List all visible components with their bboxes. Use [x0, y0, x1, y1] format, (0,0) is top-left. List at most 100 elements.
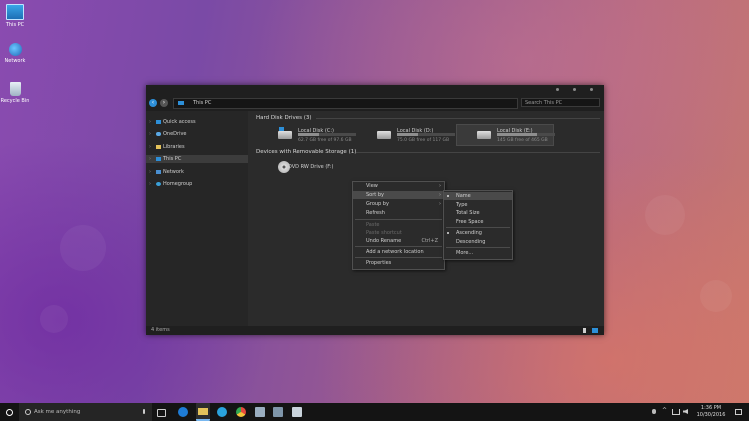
- edge-browser-icon[interactable]: [178, 407, 188, 417]
- close-button[interactable]: [590, 88, 593, 91]
- menu-item-label: Refresh: [366, 210, 385, 216]
- clock[interactable]: 1:36 PM 10/30/2016: [694, 405, 728, 419]
- start-button[interactable]: [0, 403, 18, 421]
- menu-item-add-network-location[interactable]: Add a network location: [353, 248, 444, 256]
- menu-item-label: Descending: [456, 239, 486, 245]
- menu-shortcut: Ctrl+Z: [421, 238, 438, 244]
- desktop-icon-this-pc[interactable]: This PC: [0, 4, 30, 28]
- address-bar[interactable]: This PC: [173, 98, 518, 109]
- chevron-right-icon[interactable]: ›: [149, 155, 151, 163]
- sidebar-item-libraries[interactable]: › Libraries: [146, 143, 248, 151]
- task-view-icon[interactable]: [157, 409, 166, 417]
- group-header-hard-disks[interactable]: Hard Disk Drives (3): [256, 115, 312, 121]
- drive-c[interactable]: Local Disk (C:) 62.7 GB free of 97.6 GB: [258, 125, 356, 145]
- sort-option-type[interactable]: Type: [444, 201, 512, 209]
- sidebar-item-label: This PC: [163, 156, 182, 162]
- menu-separator: [355, 219, 442, 220]
- desktop-icon-recycle-bin[interactable]: Recycle Bin: [0, 82, 30, 104]
- sort-option-total-size[interactable]: Total Size: [444, 209, 512, 217]
- menu-item-label: View: [366, 183, 378, 189]
- drive-usage-fill: [497, 133, 537, 136]
- app-icon[interactable]: [255, 407, 265, 417]
- clock-date: 10/30/2016: [696, 412, 726, 418]
- drive-d[interactable]: Local Disk (D:) 75.0 GB free of 117 GB: [357, 125, 455, 145]
- menu-item-label: Free Space: [456, 219, 484, 225]
- drive-dvd[interactable]: DVD RW Drive (F:): [258, 159, 354, 179]
- cortana-search-box[interactable]: Ask me anything: [19, 403, 152, 421]
- sidebar-item-label: Homegroup: [163, 181, 193, 187]
- group-header-removable[interactable]: Devices with Removable Storage (1): [256, 149, 356, 155]
- chevron-right-icon[interactable]: ›: [149, 118, 151, 126]
- chevron-up-icon[interactable]: ^: [662, 407, 667, 414]
- large-icons-view-button[interactable]: [592, 328, 598, 333]
- title-bar[interactable]: [146, 85, 604, 95]
- minimize-button[interactable]: [556, 88, 559, 91]
- radio-selected-icon: [447, 232, 449, 234]
- desktop-icon-network[interactable]: Network: [0, 43, 30, 64]
- maximize-button[interactable]: [573, 88, 576, 91]
- chevron-right-icon[interactable]: ›: [149, 130, 151, 138]
- sort-option-descending[interactable]: Descending: [444, 238, 512, 246]
- menu-item-paste[interactable]: Paste: [353, 221, 444, 229]
- forward-button[interactable]: ›: [160, 99, 168, 107]
- volume-icon[interactable]: [683, 409, 688, 414]
- address-path: This PC: [193, 100, 212, 106]
- menu-item-undo-rename[interactable]: Undo Rename Ctrl+Z: [353, 237, 444, 245]
- drive-name: DVD RW Drive (F:): [288, 164, 334, 170]
- menu-item-refresh[interactable]: Refresh: [353, 209, 444, 217]
- menu-item-label: Group by: [366, 201, 389, 207]
- search-icon: [25, 409, 31, 415]
- sidebar-item-this-pc[interactable]: › This PC: [146, 155, 248, 163]
- sidebar-item-onedrive[interactable]: › OneDrive: [146, 130, 248, 138]
- back-button[interactable]: ‹: [149, 99, 157, 107]
- menu-item-view[interactable]: View ›: [353, 182, 444, 190]
- menu-separator: [355, 246, 442, 247]
- status-bar: 4 items: [146, 326, 604, 335]
- menu-item-label: Paste shortcut: [366, 230, 402, 236]
- drive-usage-bar: [298, 133, 356, 136]
- menu-item-sort-by[interactable]: Sort by ›: [353, 191, 444, 199]
- chevron-right-icon[interactable]: ›: [149, 168, 151, 176]
- sidebar-item-label: OneDrive: [163, 131, 187, 137]
- chevron-right-icon[interactable]: ›: [149, 180, 151, 188]
- desktop-icon-label: Recycle Bin: [0, 98, 30, 104]
- people-icon[interactable]: [652, 409, 656, 414]
- wallpaper-bokeh: [700, 280, 732, 312]
- menu-item-label: Ascending: [456, 230, 482, 236]
- menu-item-label: Total Size: [456, 210, 480, 216]
- menu-item-group-by[interactable]: Group by ›: [353, 200, 444, 208]
- sort-option-more[interactable]: More...: [444, 249, 512, 257]
- sort-option-free-space[interactable]: Free Space: [444, 218, 512, 226]
- desktop-icon-label: Network: [4, 58, 26, 64]
- drive-usage-fill: [397, 133, 418, 136]
- sort-option-name[interactable]: Name: [444, 192, 512, 200]
- search-input[interactable]: Search This PC: [521, 98, 600, 107]
- taskbar: Ask me anything ^ 1:36 PM 10/30/2016: [0, 403, 749, 421]
- cloud-icon: [156, 132, 161, 136]
- network-status-icon[interactable]: [672, 409, 680, 415]
- app-icon[interactable]: [292, 407, 302, 417]
- menu-item-properties[interactable]: Properties: [353, 259, 444, 267]
- telegram-icon[interactable]: [217, 407, 227, 417]
- network-icon: [156, 170, 161, 174]
- drive-e[interactable]: Local Disk (E:) 145 GB free of 465 GB: [456, 124, 555, 146]
- sidebar-item-quick-access[interactable]: › Quick access: [146, 118, 248, 126]
- sidebar-item-network[interactable]: › Network: [146, 168, 248, 176]
- sidebar-item-label: Libraries: [163, 144, 185, 150]
- action-center-icon[interactable]: [735, 409, 742, 415]
- sidebar-item-homegroup[interactable]: › Homegroup: [146, 180, 248, 188]
- desktop-icon-label: This PC: [5, 22, 25, 28]
- item-count: 4 items: [151, 327, 170, 333]
- drive-usage-bar: [497, 133, 555, 136]
- drive-free-space: 75.0 GB free of 117 GB: [397, 138, 450, 143]
- file-explorer-icon[interactable]: [196, 403, 210, 421]
- sidebar-item-label: Quick access: [163, 119, 196, 125]
- chevron-right-icon[interactable]: ›: [149, 143, 151, 151]
- details-view-button[interactable]: [583, 328, 586, 333]
- menu-item-label: Type: [456, 202, 468, 208]
- chrome-icon[interactable]: [236, 407, 246, 417]
- sort-option-ascending[interactable]: Ascending: [444, 229, 512, 237]
- search-placeholder: Ask me anything: [34, 409, 81, 415]
- menu-item-paste-shortcut[interactable]: Paste shortcut: [353, 229, 444, 237]
- app-icon[interactable]: [273, 407, 283, 417]
